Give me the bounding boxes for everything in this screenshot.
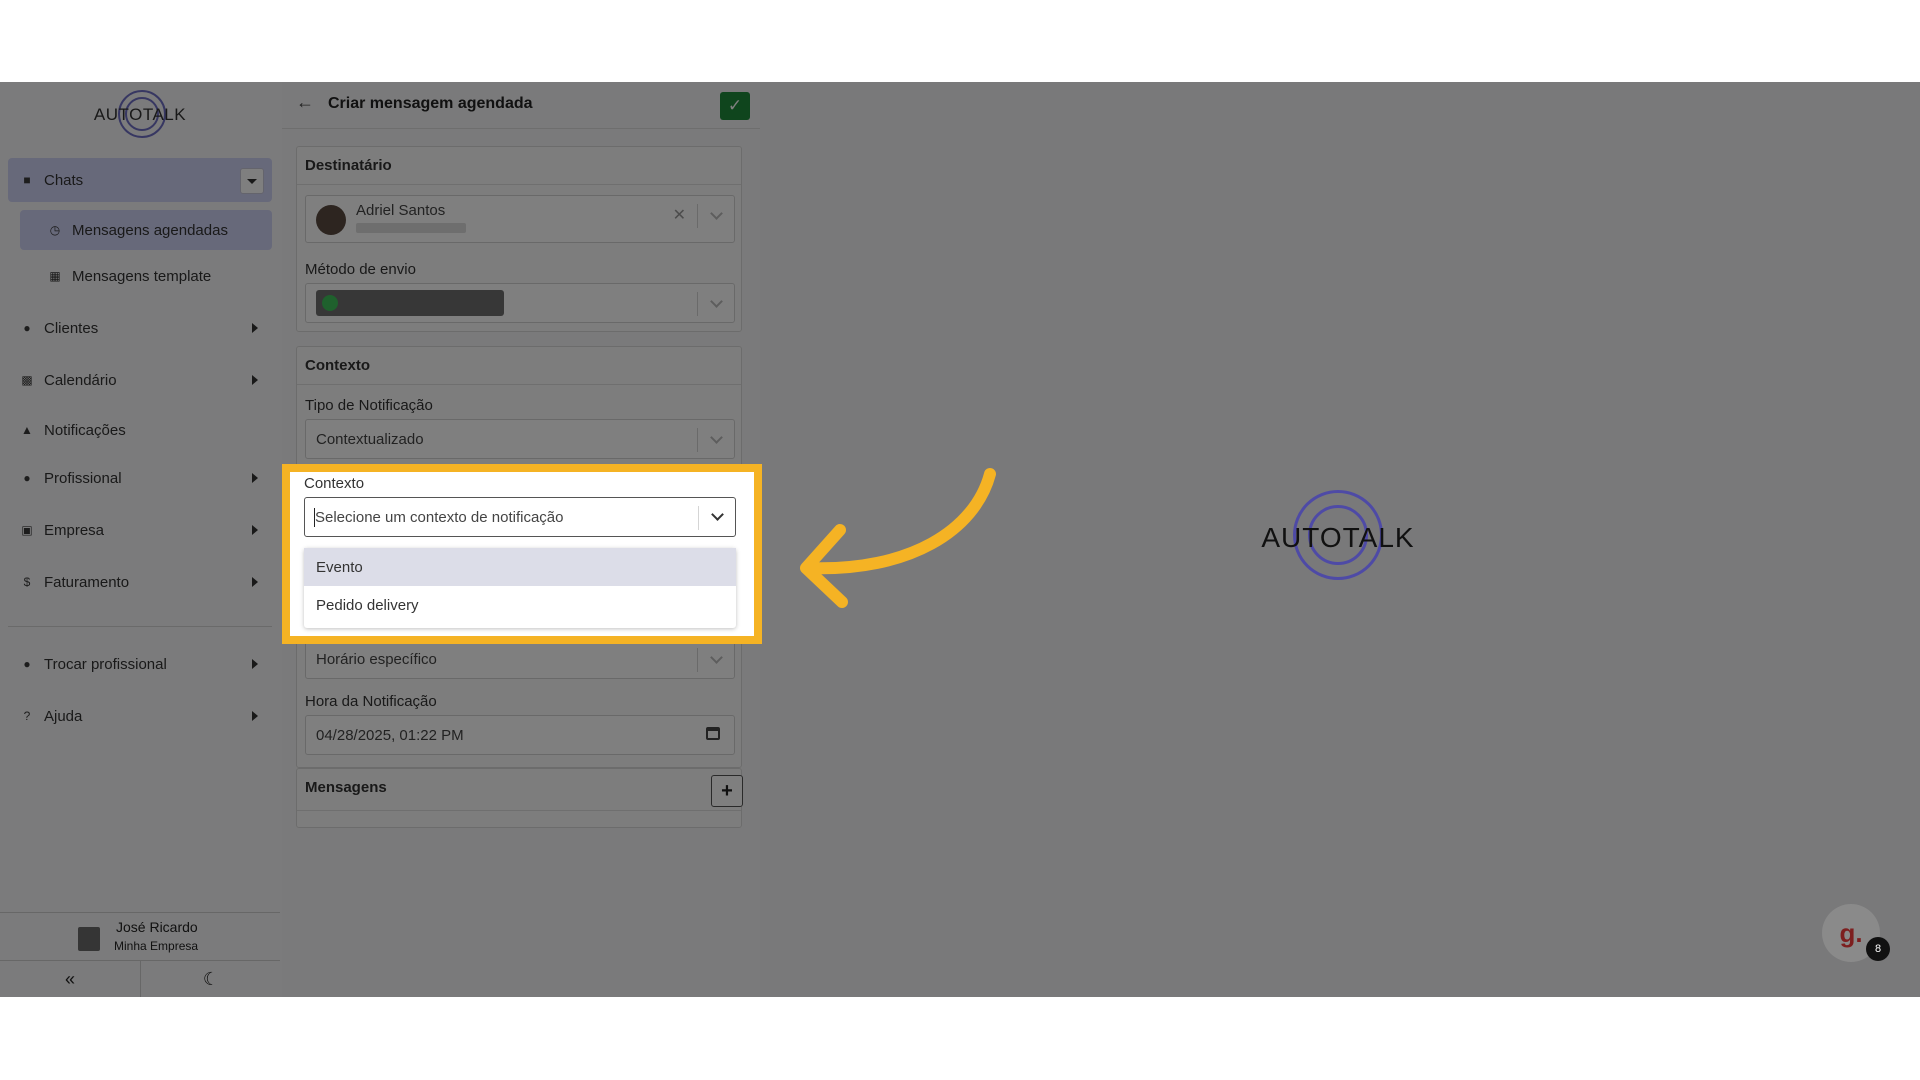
preview-brand-text: AUTOTALK <box>1261 522 1415 553</box>
context-option-evento[interactable]: Evento <box>304 548 736 586</box>
chat-widget-glyph: g. <box>1839 917 1863 948</box>
context-dropdown-menu: Evento Pedido delivery <box>304 548 736 628</box>
contexto-field-label: Contexto <box>304 475 365 492</box>
tutorial-arrow-icon <box>800 468 996 608</box>
select-separator <box>698 506 699 530</box>
tutorial-highlight: Contexto Selecione um contexto de notifi… <box>282 464 762 644</box>
context-select[interactable]: Selecione um contexto de notificação <box>304 497 736 537</box>
preview-brand-logo: AUTOTALK <box>1258 490 1418 590</box>
context-option-pedido-delivery[interactable]: Pedido delivery <box>304 586 736 624</box>
context-placeholder: Selecione um contexto de notificação <box>315 509 564 526</box>
chevron-down-icon[interactable] <box>711 508 724 521</box>
chat-widget-badge: 8 <box>1866 937 1890 961</box>
